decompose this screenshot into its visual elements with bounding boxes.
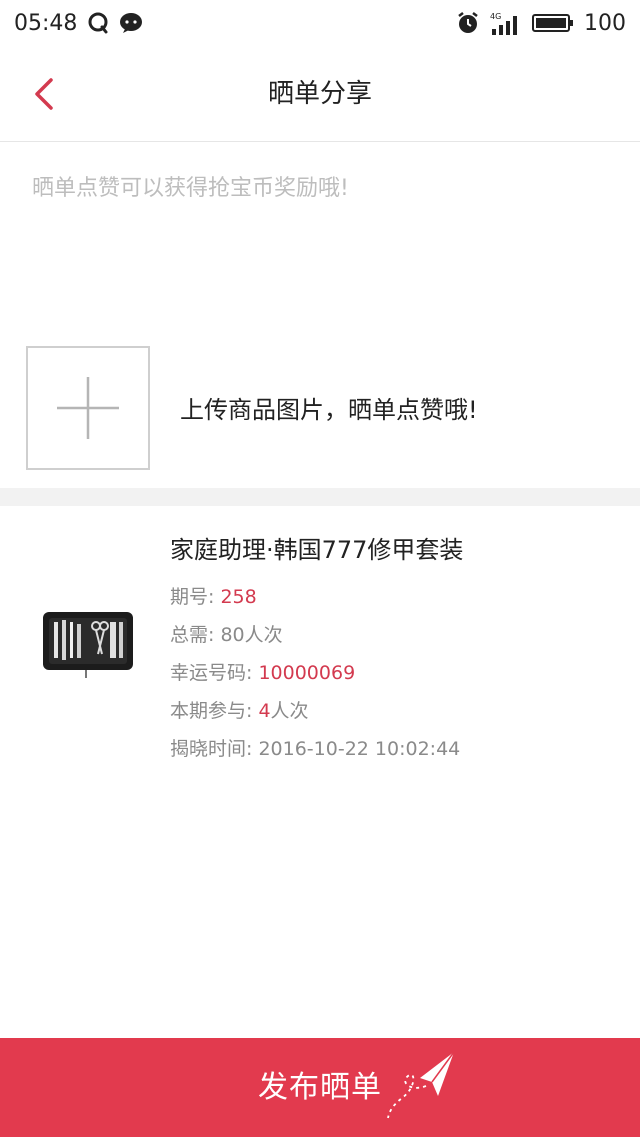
- product-info: 家庭助理·韩国777修甲套装 期号: 258 总需: 80人次 幸运号码: 10…: [170, 534, 620, 768]
- alarm-icon: [456, 11, 480, 35]
- status-bar: 05:48 4G 100: [0, 0, 640, 46]
- participation-label: 本期参与:: [170, 700, 259, 722]
- lucky-number-row: 幸运号码: 10000069: [170, 654, 620, 692]
- battery-level: 100: [584, 10, 626, 36]
- lucky-number-value: 10000069: [258, 662, 356, 684]
- reveal-time-row: 揭晓时间: 2016-10-22 10:02:44: [170, 730, 620, 768]
- publish-button-label: 发布晒单: [258, 1070, 382, 1105]
- status-bar-right: 4G 100: [456, 11, 626, 36]
- lucky-number-label: 幸运号码:: [170, 662, 259, 684]
- signal-icon: 4G: [490, 11, 522, 35]
- section-divider: [0, 488, 640, 506]
- period-row: 期号: 258: [170, 578, 620, 616]
- reveal-time-value: 2016-10-22 10:02:44: [258, 738, 461, 760]
- back-button[interactable]: [22, 72, 66, 116]
- status-time: 05:48: [14, 10, 78, 36]
- participation-value: 4: [258, 700, 271, 722]
- participation-unit: 人次: [270, 700, 309, 722]
- period-value: 258: [220, 586, 257, 608]
- plus-icon: [57, 377, 119, 439]
- participation-row: 本期参与: 4人次: [170, 692, 620, 730]
- page-title: 晒单分享: [267, 79, 372, 109]
- total-label: 总需:: [170, 624, 221, 646]
- share-text-input[interactable]: [32, 170, 612, 270]
- publish-button[interactable]: 发布晒单: [0, 1038, 640, 1137]
- total-row: 总需: 80人次: [170, 616, 620, 654]
- network-type: 4G: [490, 12, 501, 21]
- nav-bar: 晒单分享: [0, 46, 640, 142]
- qq-icon: [87, 12, 109, 34]
- battery-icon: [532, 12, 574, 34]
- status-bar-left: 05:48: [14, 11, 143, 36]
- reveal-time-label: 揭晓时间:: [170, 738, 259, 760]
- paper-plane-icon: [387, 1051, 455, 1119]
- period-label: 期号:: [170, 586, 221, 608]
- product-image: [40, 606, 136, 680]
- wechat-icon: [119, 12, 143, 34]
- total-value: 80人次: [220, 624, 283, 646]
- chevron-left-icon: [35, 78, 53, 110]
- product-title: 家庭助理·韩国777修甲套装: [170, 536, 464, 564]
- upload-hint-text: 上传商品图片，晒单点赞哦!: [180, 396, 478, 424]
- upload-image-button[interactable]: [26, 346, 150, 470]
